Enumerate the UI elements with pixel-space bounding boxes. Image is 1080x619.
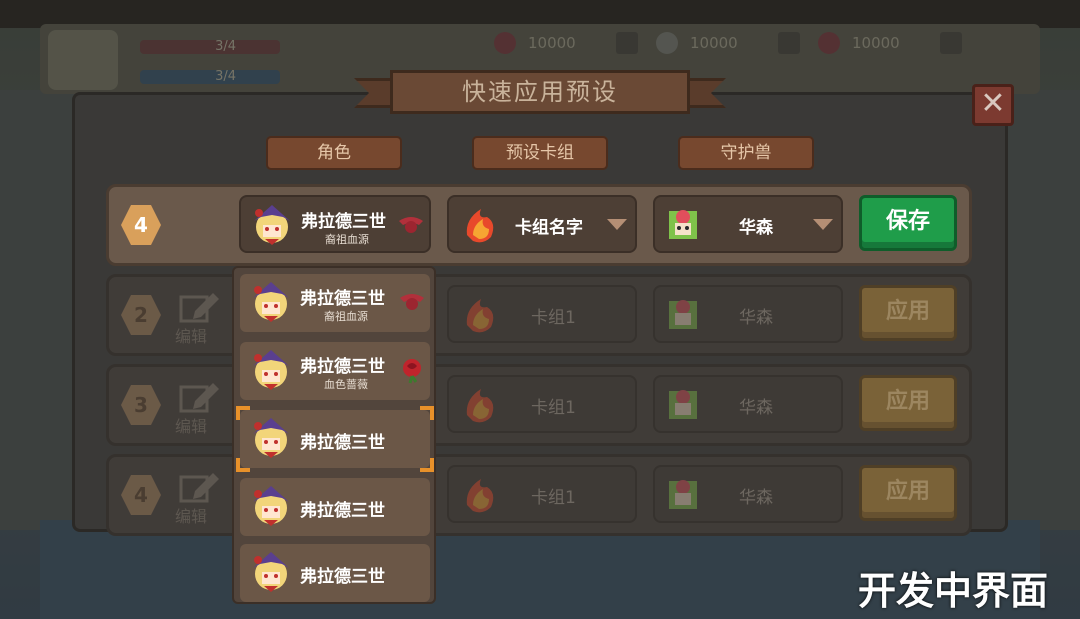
apply-button[interactable]: 应用 — [859, 285, 957, 341]
character-selector[interactable]: 弗拉德三世 裔祖血源 — [239, 195, 431, 253]
guardian-selector[interactable]: 华森 — [653, 285, 843, 343]
edit-label: 编辑 — [175, 507, 208, 526]
character-trait: 裔祖血源 — [324, 310, 368, 323]
chevron-down-icon — [607, 219, 627, 230]
preset-row-active: 4 弗拉德三世 裔祖血源 卡组名字 华森 保存 — [106, 184, 972, 266]
character-trait: 裔祖血源 — [325, 233, 369, 246]
fire-icon — [466, 299, 494, 333]
character-option[interactable]: 弗拉德三世 — [240, 478, 430, 536]
edit-label: 编辑 — [175, 327, 208, 346]
character-name: 弗拉德三世 — [300, 289, 385, 309]
deck-name: 卡组1 — [531, 398, 576, 418]
character-name: 弗拉德三世 — [301, 212, 386, 232]
guardian-pet-icon — [669, 210, 697, 239]
save-button[interactable]: 保存 — [859, 195, 957, 251]
title-banner: 快速应用预设 — [350, 68, 730, 116]
bat-wing-icon — [399, 217, 423, 233]
close-button[interactable]: ✕ — [972, 84, 1014, 126]
edit-button[interactable]: 编辑 — [171, 469, 231, 529]
dialog-title: 快速应用预设 — [462, 78, 618, 106]
close-icon: ✕ — [980, 86, 1006, 121]
character-avatar-icon — [253, 552, 289, 592]
deck-selector[interactable]: 卡组名字 — [447, 195, 637, 253]
character-name: 弗拉德三世 — [300, 567, 385, 587]
guardian-selector[interactable]: 华森 — [653, 195, 843, 253]
preset-number-badge: 4 — [121, 205, 161, 245]
character-avatar-icon — [253, 486, 289, 526]
guardian-name: 华森 — [739, 398, 773, 418]
character-avatar-icon — [253, 418, 289, 458]
character-option-selected[interactable]: 弗拉德三世 — [236, 406, 434, 472]
character-option[interactable]: 弗拉德三世 血色蔷薇 — [240, 342, 430, 400]
fire-icon — [466, 209, 494, 243]
character-avatar-icon — [253, 350, 289, 390]
deck-name: 卡组1 — [531, 488, 576, 508]
deck-selector[interactable]: 卡组1 — [447, 465, 637, 523]
dev-watermark: 开发中界面 — [858, 569, 1049, 613]
character-option[interactable]: 弗拉德三世 — [240, 544, 430, 602]
column-header-character: 角色 — [266, 136, 402, 170]
preset-number-badge: 3 — [121, 385, 161, 425]
pencil-icon — [179, 293, 219, 323]
edit-button[interactable]: 编辑 — [171, 289, 231, 349]
guardian-name: 华森 — [739, 308, 773, 328]
edit-button[interactable]: 编辑 — [171, 379, 231, 439]
guardian-pet-icon — [669, 480, 697, 509]
deck-name: 卡组1 — [531, 308, 576, 328]
character-name: 弗拉德三世 — [300, 501, 385, 521]
character-dropdown: 弗拉德三世 裔祖血源 弗拉德三世 血色蔷薇 弗拉德三世 弗拉德三世 弗拉德三世 — [232, 266, 436, 604]
fire-icon — [466, 479, 494, 513]
column-header-deck: 预设卡组 — [472, 136, 608, 170]
column-header-guardian: 守护兽 — [678, 136, 814, 170]
preset-number-badge: 2 — [121, 295, 161, 335]
guardian-name: 华森 — [739, 218, 773, 238]
guardian-pet-icon — [669, 390, 697, 419]
deck-name: 卡组名字 — [515, 218, 583, 238]
character-trait: 血色蔷薇 — [324, 378, 368, 391]
guardian-selector[interactable]: 华森 — [653, 375, 843, 433]
guardian-selector[interactable]: 华森 — [653, 465, 843, 523]
deck-selector[interactable]: 卡组1 — [447, 375, 637, 433]
edit-label: 编辑 — [175, 417, 208, 436]
fire-icon — [466, 389, 494, 423]
apply-button[interactable]: 应用 — [859, 375, 957, 431]
guardian-pet-icon — [669, 300, 697, 329]
deck-selector[interactable]: 卡组1 — [447, 285, 637, 343]
character-name: 弗拉德三世 — [300, 357, 385, 377]
rose-icon — [403, 359, 421, 384]
character-name: 弗拉德三世 — [300, 433, 385, 453]
character-avatar-icon — [254, 205, 290, 245]
apply-button[interactable]: 应用 — [859, 465, 957, 521]
character-avatar-icon — [253, 282, 289, 322]
guardian-name: 华森 — [739, 488, 773, 508]
chevron-down-icon — [813, 219, 833, 230]
pencil-icon — [179, 473, 219, 503]
bat-wing-icon — [400, 294, 424, 310]
character-option[interactable]: 弗拉德三世 裔祖血源 — [240, 274, 430, 332]
preset-number-badge: 4 — [121, 475, 161, 515]
pencil-icon — [179, 383, 219, 413]
